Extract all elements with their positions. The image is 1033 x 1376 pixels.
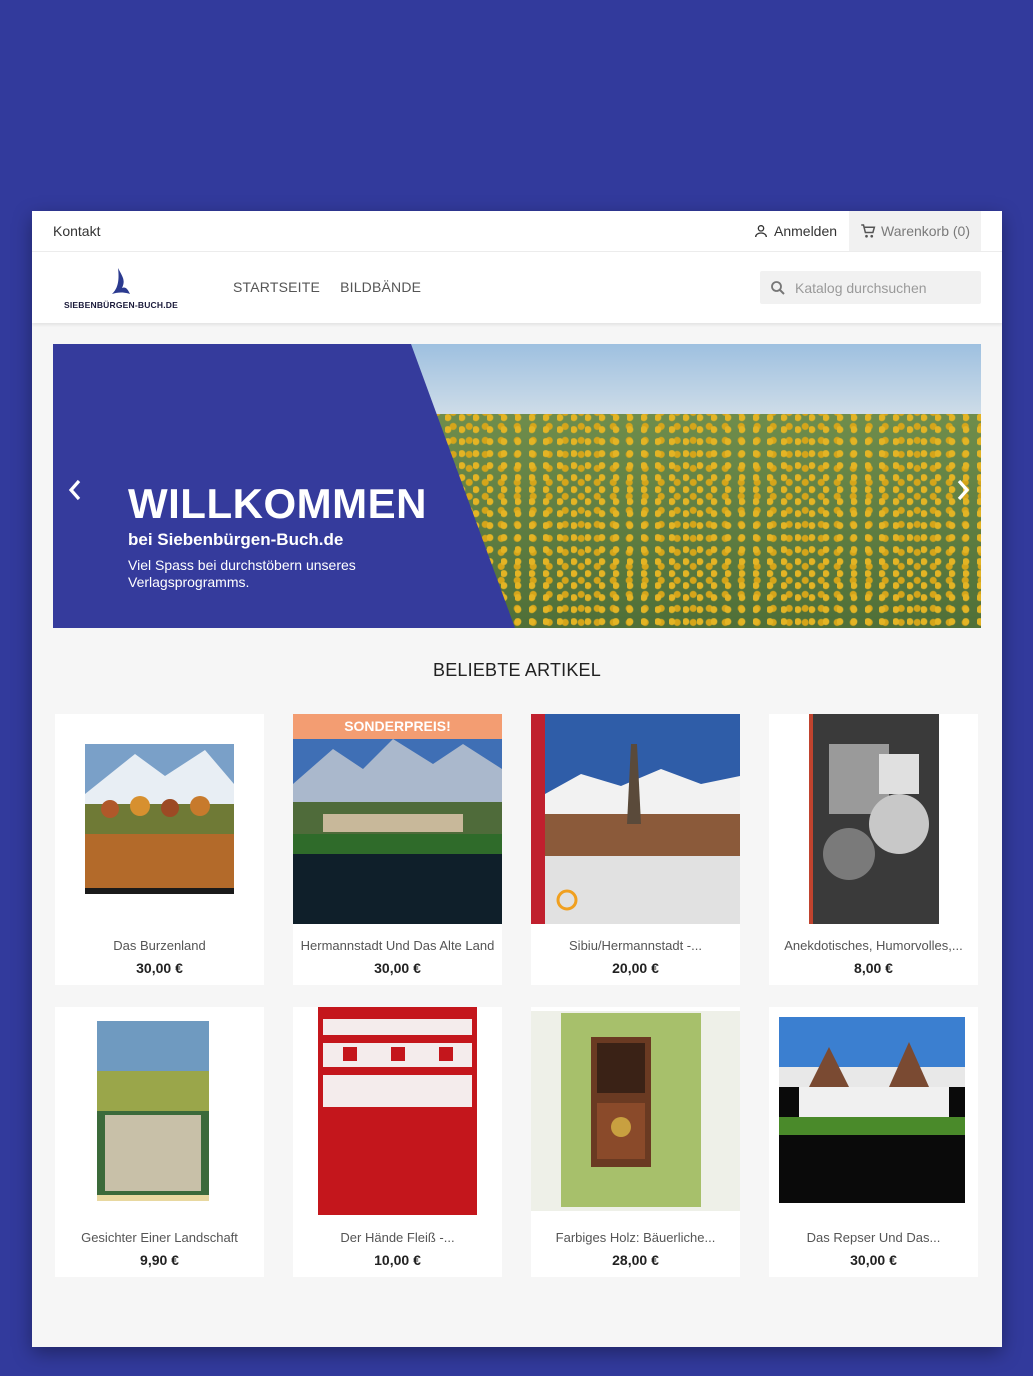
product-card[interactable]: Das Repser Und Das... 30,00 € <box>769 1007 978 1277</box>
top-bar-actions: Anmelden Warenkorb (0) <box>753 211 1002 251</box>
product-image[interactable] <box>293 1007 502 1217</box>
product-name[interactable]: Das Burzenland <box>55 938 264 953</box>
signin-link[interactable]: Anmelden <box>753 223 849 239</box>
nav-item-bildbaende[interactable]: BILDBÄNDE <box>340 279 421 295</box>
section-title: BELIEBTE ARTIKEL <box>433 660 601 680</box>
product-card[interactable]: Farbiges Holz: Bäuerliche... 28,00 € <box>531 1007 740 1277</box>
search-box <box>760 271 981 304</box>
logo-text: SIEBENBÜRGEN-BUCH.DE <box>63 300 179 310</box>
nav-item-startseite[interactable]: STARTSEITE <box>233 279 320 295</box>
site-logo[interactable]: SIEBENBÜRGEN-BUCH.DE <box>60 266 182 310</box>
product-name[interactable]: Gesichter Einer Landschaft <box>55 1230 264 1245</box>
product-price: 8,00 € <box>854 960 893 976</box>
product-image[interactable] <box>531 714 740 924</box>
product-name[interactable]: Sibiu/Hermannstadt -... <box>531 938 740 953</box>
shopping-cart-icon <box>861 224 876 238</box>
product-image[interactable] <box>55 714 264 924</box>
contact-link[interactable]: Kontakt <box>53 223 100 239</box>
product-image[interactable] <box>769 1007 978 1217</box>
product-card[interactable]: Der Hände Fleiß -... 10,00 € <box>293 1007 502 1277</box>
slider-subtitle: bei Siebenbürgen-Buch.de <box>128 530 344 549</box>
product-image[interactable] <box>293 714 502 924</box>
slider-description: Viel Spass bei durchstöbern unseres Verl… <box>128 557 356 590</box>
user-icon <box>755 225 767 238</box>
product-card[interactable]: Anekdotisches, Humorvolles,... 8,00 € <box>769 714 978 985</box>
cart-link[interactable]: Warenkorb (0) <box>849 211 981 251</box>
browser-page: Kontakt Anmelden Warenkorb (0) SIEBENBÜR… <box>32 211 1002 1347</box>
slider-next-arrow[interactable] <box>955 479 971 501</box>
product-price: 10,00 € <box>374 1252 421 1268</box>
search-icon[interactable] <box>769 279 787 297</box>
product-image[interactable] <box>769 714 978 924</box>
product-price: 30,00 € <box>850 1252 897 1268</box>
product-name[interactable]: Hermannstadt Und Das Alte Land <box>293 938 502 953</box>
product-price: 30,00 € <box>374 960 421 976</box>
product-image[interactable] <box>531 1007 740 1217</box>
slider-prev-arrow[interactable] <box>67 479 83 501</box>
hero-slider: WILLKOMMEN bei Siebenbürgen-Buch.de Viel… <box>53 344 981 628</box>
main-nav: STARTSEITE BILDBÄNDE <box>233 279 421 295</box>
slider-title: WILLKOMMEN <box>128 480 427 527</box>
site-header: SIEBENBÜRGEN-BUCH.DE STARTSEITE BILDBÄND… <box>32 252 1002 323</box>
product-card[interactable]: Gesichter Einer Landschaft 9,90 € <box>55 1007 264 1277</box>
product-card[interactable]: SONDERPREIS! Hermannstadt Und Das Alte L… <box>293 714 502 985</box>
product-name[interactable]: Das Repser Und Das... <box>769 1230 978 1245</box>
special-price-badge: SONDERPREIS! <box>293 714 502 739</box>
product-name[interactable]: Anekdotisches, Humorvolles,... <box>769 938 978 953</box>
product-name[interactable]: Farbiges Holz: Bäuerliche... <box>531 1230 740 1245</box>
signin-label: Anmelden <box>774 223 838 239</box>
bird-logo-icon <box>112 268 130 294</box>
product-card[interactable]: Sibiu/Hermannstadt -... 20,00 € <box>531 714 740 985</box>
product-price: 9,90 € <box>140 1252 179 1268</box>
product-name[interactable]: Der Hände Fleiß -... <box>293 1230 502 1245</box>
product-card[interactable]: Das Burzenland 30,00 € <box>55 714 264 985</box>
product-price: 20,00 € <box>612 960 659 976</box>
top-bar: Kontakt Anmelden Warenkorb (0) <box>32 211 1002 252</box>
product-price: 28,00 € <box>612 1252 659 1268</box>
cart-label: Warenkorb (0) <box>881 223 970 239</box>
product-image[interactable] <box>55 1007 264 1217</box>
search-input[interactable] <box>793 278 977 297</box>
product-price: 30,00 € <box>136 960 183 976</box>
